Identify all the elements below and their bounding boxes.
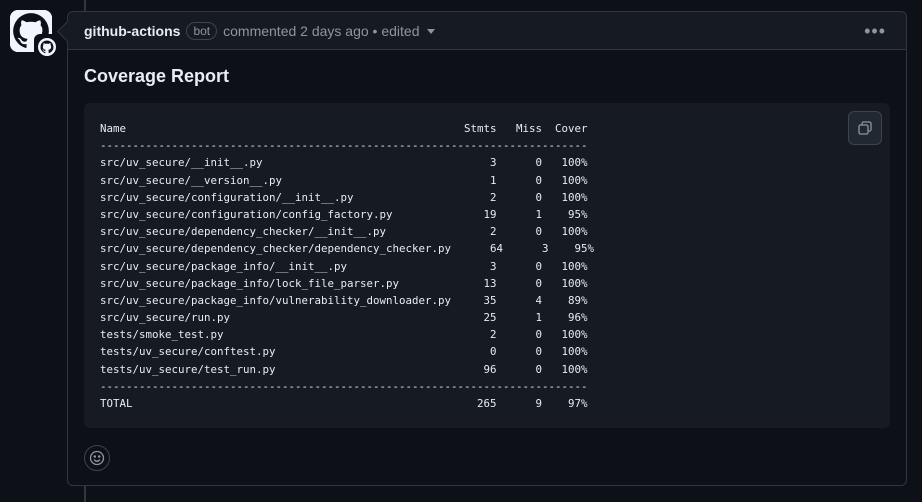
coverage-line: TOTAL 265 9 97% <box>100 397 588 410</box>
kebab-horizontal-icon[interactable]: ••• <box>864 21 886 42</box>
comment-meta[interactable]: commented 2 days ago • edited <box>223 23 419 39</box>
coverage-line: ----------------------------------------… <box>100 139 588 153</box>
coverage-line: src/uv_secure/package_info/__init__.py 3… <box>100 259 588 273</box>
app-badge-icon <box>34 34 60 60</box>
copy-button[interactable] <box>848 111 882 145</box>
coverage-line: src/uv_secure/dependency_checker/__init_… <box>100 225 588 239</box>
coverage-line: ----------------------------------------… <box>100 379 588 393</box>
coverage-line: tests/uv_secure/conftest.py 0 0 100% <box>100 345 588 359</box>
smiley-icon <box>89 450 105 466</box>
coverage-line: src/uv_secure/package_info/lock_file_par… <box>100 276 588 290</box>
coverage-line: src/uv_secure/dependency_checker/depende… <box>100 242 595 256</box>
coverage-line: src/uv_secure/package_info/vulnerability… <box>100 293 588 307</box>
coverage-line: tests/smoke_test.py 2 0 100% <box>100 328 588 342</box>
bot-badge: bot <box>186 21 218 40</box>
coverage-line: src/uv_secure/run.py 25 1 96% <box>100 311 588 325</box>
author-link[interactable]: github-actions <box>84 23 180 39</box>
report-heading: Coverage Report <box>84 66 230 86</box>
copy-icon <box>858 121 872 135</box>
code-block: Name Stmts Miss Cover -------------------… <box>84 103 890 428</box>
comment-header: github-actions bot commented 2 days ago … <box>68 12 906 50</box>
comment-box: github-actions bot commented 2 days ago … <box>56 11 907 486</box>
add-reaction-button[interactable] <box>84 445 110 471</box>
coverage-line: src/uv_secure/configuration/__init__.py … <box>100 190 588 204</box>
coverage-table: Name Stmts Miss Cover -------------------… <box>100 120 594 412</box>
coverage-line: src/uv_secure/__version__.py 1 0 100% <box>100 173 588 187</box>
coverage-line: src/uv_secure/configuration/config_facto… <box>100 207 588 221</box>
coverage-line: tests/uv_secure/test_run.py 96 0 100% <box>100 362 588 376</box>
chevron-down-icon[interactable] <box>427 29 436 34</box>
coverage-line: src/uv_secure/__init__.py 3 0 100% <box>100 156 588 170</box>
coverage-line: Name Stmts Miss Cover <box>100 122 588 135</box>
